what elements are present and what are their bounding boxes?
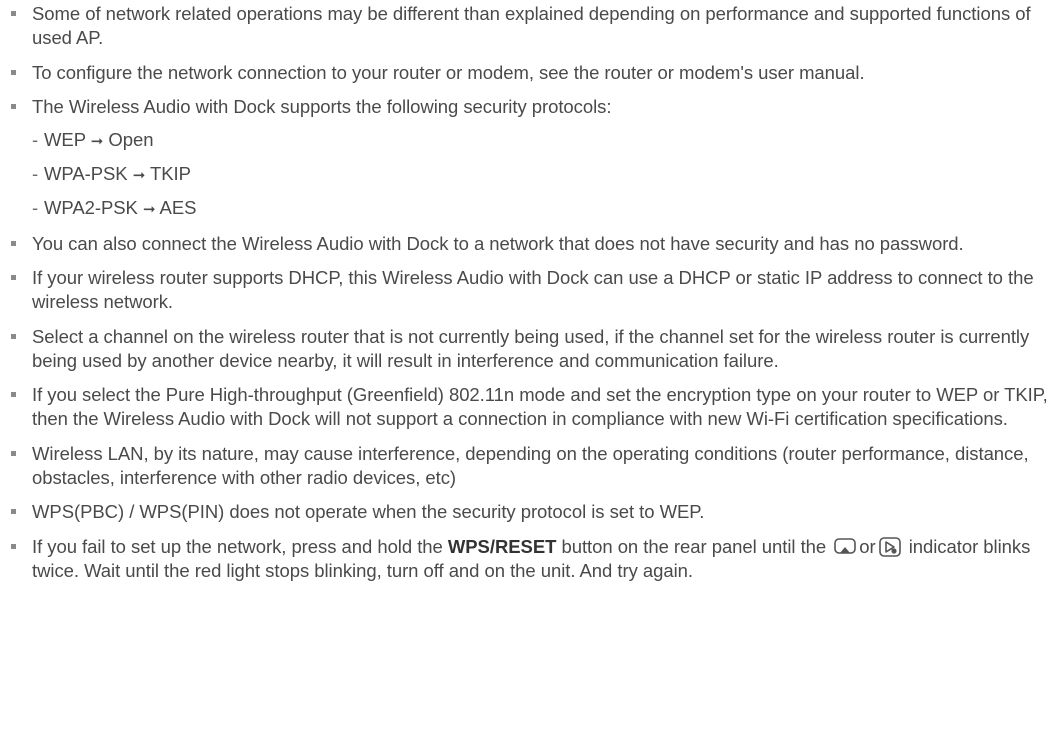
arrow-icon: ➞ xyxy=(132,166,146,184)
note-item: If you select the Pure High-throughput (… xyxy=(0,383,1054,431)
airplay-indicator-icon xyxy=(834,537,857,554)
dash-marker: - xyxy=(32,129,39,150)
note-text: WPS(PBC) / WPS(PIN) does not operate whe… xyxy=(32,501,705,522)
note-item: Select a channel on the wireless router … xyxy=(0,325,1054,373)
protocol-value: Open xyxy=(108,129,154,150)
allshare-play-indicator-icon xyxy=(878,536,901,557)
arrow-icon: ➞ xyxy=(142,200,156,218)
bullet-icon xyxy=(11,104,16,109)
note-text: To configure the network connection to y… xyxy=(32,61,865,83)
note-text: The Wireless Audio with Dock supports th… xyxy=(32,96,612,117)
note-item: Wireless LAN, by its nature, may cause i… xyxy=(0,442,1054,490)
protocol-item: - WEP ➞ Open xyxy=(32,128,1054,153)
protocol-name: WPA-PSK xyxy=(44,163,128,184)
bullet-icon xyxy=(11,11,16,16)
protocol-name: WEP xyxy=(44,129,86,150)
note-text: Some of network related operations may b… xyxy=(32,3,1031,48)
bullet-icon xyxy=(11,69,16,75)
protocol-value: TKIP xyxy=(150,163,191,184)
note-text: Wireless LAN, by its nature, may cause i… xyxy=(32,442,1029,488)
note-item: The Wireless Audio with Dock supports th… xyxy=(0,95,1054,221)
protocol-name: WPA2-PSK xyxy=(44,197,138,218)
note-text: If your wireless router supports DHCP, t… xyxy=(32,267,1034,312)
bullet-icon xyxy=(11,543,16,549)
bullet-icon xyxy=(11,392,16,397)
wps-reset-label: WPS/RESET xyxy=(447,535,557,557)
bullet-icon xyxy=(11,450,16,456)
network-notes: Some of network related operations may b… xyxy=(0,0,1054,583)
note-text: If you select the Pure High-throughput (… xyxy=(32,384,1048,429)
protocol-item: - WPA-PSK ➞ TKIP xyxy=(32,162,1054,187)
note-item: To configure the network connection to y… xyxy=(0,61,1054,85)
note-item: Some of network related operations may b… xyxy=(0,2,1054,50)
bullet-icon xyxy=(11,240,16,246)
dash-marker: - xyxy=(32,163,39,184)
note-item: WPS(PBC) / WPS(PIN) does not operate whe… xyxy=(0,500,1054,524)
dash-marker: - xyxy=(32,197,39,218)
note-item: If you fail to set up the network, press… xyxy=(0,535,1054,583)
arrow-icon: ➞ xyxy=(90,132,104,150)
protocol-value: AES xyxy=(159,197,197,218)
bullet-icon xyxy=(11,275,16,280)
note-item: You can also connect the Wireless Audio … xyxy=(0,232,1054,256)
note-text: You can also connect the Wireless Audio … xyxy=(32,232,964,254)
bullet-icon xyxy=(11,509,16,514)
protocol-item: - WPA2-PSK ➞ AES xyxy=(32,196,1054,221)
note-text: Select a channel on the wireless router … xyxy=(32,325,1030,371)
note-item: If your wireless router supports DHCP, t… xyxy=(0,266,1054,314)
bullet-icon xyxy=(11,333,16,339)
or-text: or xyxy=(859,535,876,557)
note-text-before: If you fail to set up the network, press… xyxy=(32,535,448,557)
note-text-middle: button on the rear panel until the xyxy=(556,535,832,557)
